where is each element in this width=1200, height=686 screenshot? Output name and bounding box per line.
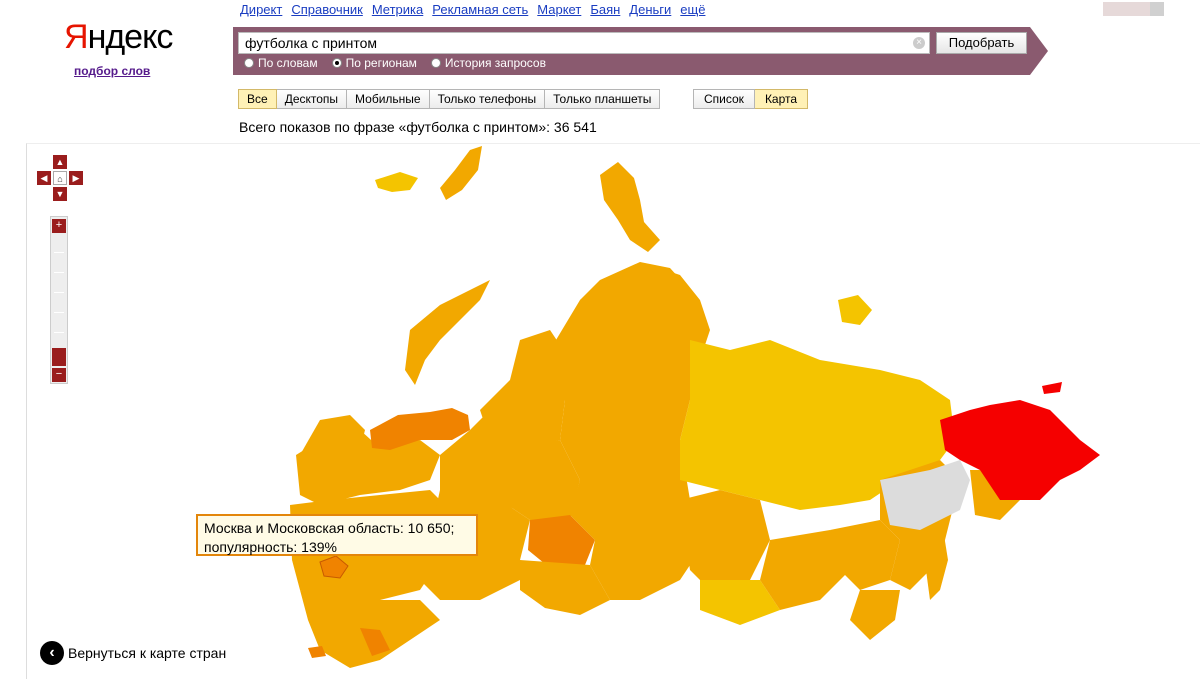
zoom-in-button[interactable]: +: [52, 219, 66, 233]
back-arrow-icon: ‹: [40, 641, 64, 665]
tooltip-popularity: популярность: 139%: [204, 539, 337, 555]
home-icon[interactable]: ⌂: [53, 171, 67, 185]
pan-down-icon[interactable]: ▼: [53, 187, 67, 201]
back-to-countries-link[interactable]: ‹ Вернуться к карте стран: [40, 641, 226, 665]
map-region-primorye[interactable]: [850, 590, 900, 640]
map-region-irkutsk[interactable]: [680, 490, 770, 590]
map-region-severnaya-zemlya[interactable]: [600, 162, 660, 252]
russia-region-map[interactable]: [0, 0, 1200, 686]
map-region-new-siberian[interactable]: [838, 295, 872, 325]
pan-up-icon[interactable]: ▲: [53, 155, 67, 169]
zoom-slider[interactable]: + −: [50, 216, 68, 384]
map-region-franz-josef[interactable]: [375, 172, 418, 192]
tooltip-region-count: Москва и Московская область: 10 650;: [204, 520, 455, 536]
zoom-handle[interactable]: [52, 348, 66, 366]
zoom-tick: [54, 332, 64, 333]
zoom-tick: [54, 292, 64, 293]
map-region-yamal-peninsula[interactable]: [405, 280, 490, 385]
map-region-novaya-zemlya[interactable]: [440, 146, 482, 200]
pan-right-icon[interactable]: ▶: [69, 171, 83, 185]
back-label: Вернуться к карте стран: [68, 645, 227, 661]
zoom-tick: [54, 252, 64, 253]
zoom-tick: [54, 312, 64, 313]
map-region-wrangel[interactable]: [1042, 382, 1062, 394]
zoom-out-button[interactable]: −: [52, 368, 66, 382]
zoom-tick: [54, 272, 64, 273]
pan-left-icon[interactable]: ◀: [37, 171, 51, 185]
region-tooltip: Москва и Московская область: 10 650; поп…: [196, 514, 478, 556]
